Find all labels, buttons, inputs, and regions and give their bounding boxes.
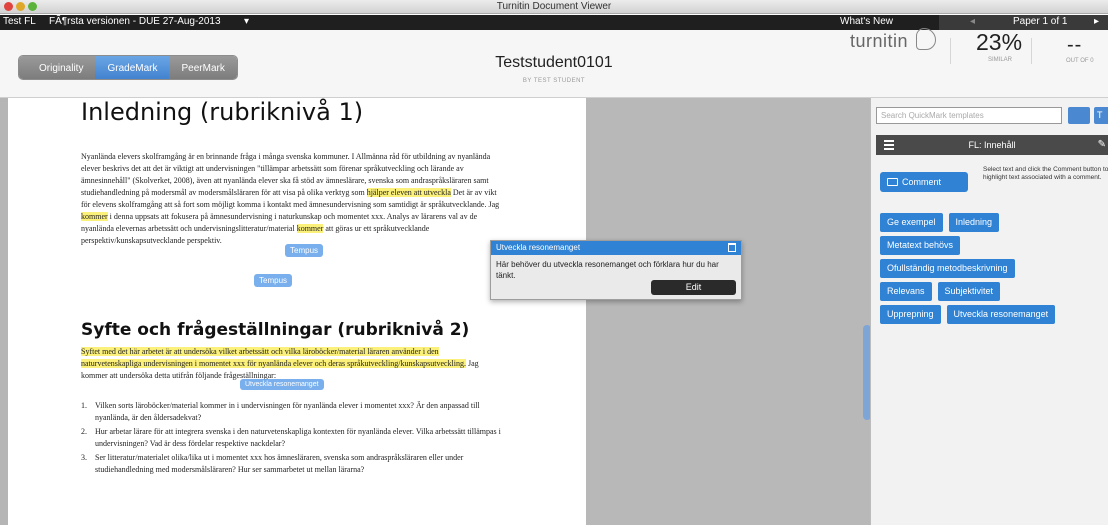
comment-hint: Select text and click the Comment button… [983,166,1108,181]
list-item-text: Hur arbetar lärare för att integrera sve… [95,427,501,448]
comment-popup-header: Utveckla resonemanget [491,241,741,255]
quickmark-tag[interactable]: Subjektivitet [937,282,1001,301]
class-name[interactable]: Test FL [3,16,36,27]
list-item-text: Ser litteratur/materialet olika/lika ut … [95,453,464,474]
quickmark-bubble[interactable]: Tempus [285,244,324,257]
quickmark-bubble[interactable]: Utveckla resonemanget [240,379,324,390]
paper-navigator: ◂ Paper 1 of 1 ▸ [939,15,1108,30]
quickmark-search-input[interactable]: Search QuickMark templates [876,107,1062,124]
window-title: Turnitin Document Viewer [496,1,612,12]
list-number: 3. [81,453,87,462]
menu-bar: Test FL FÃ¶rsta versionen - DUE 27-Aug-2… [0,15,1108,30]
trash-icon[interactable] [728,243,736,252]
list-item: 2. Hur arbetar lärare för att integrera s… [81,426,501,450]
document-paragraph-2[interactable]: Syftet med det här arbetet är att unders… [81,346,501,382]
document-heading-1: Inledning (rubriknivå 1) [81,98,364,126]
chevron-down-icon[interactable]: ▾ [244,16,249,27]
tag-row: Relevans Subjektivitet [880,282,1108,301]
list-number: 1. [81,401,87,410]
wrench-icon[interactable]: ✎ [1098,135,1106,155]
prev-paper-icon[interactable]: ◂ [970,16,975,27]
quickmark-set-name[interactable]: FL: Innehåll [876,135,1108,155]
next-paper-icon[interactable]: ▸ [1094,16,1099,27]
assignment-selector[interactable]: FÃ¶rsta versionen - DUE 27-Aug-2013 [49,16,221,27]
list-item: 1. Vilken sorts läroböcker/material komme… [81,400,501,424]
highlighted-text[interactable]: kommer [81,212,108,221]
quickmark-tag[interactable]: Metatext behövs [880,236,961,255]
whats-new-link[interactable]: What's New [840,16,893,27]
quickmark-set-bar: FL: Innehåll ✎ [876,135,1108,155]
header-divider [950,38,951,64]
turnitin-logo: turnitin [850,31,909,51]
viewer-header: Originality GradeMark PeerMark Teststude… [0,30,1108,98]
document-page[interactable]: Inledning (rubriknivå 1) Nyanlända eleve… [8,98,586,525]
comment-icon [887,178,898,186]
comment-title: Utveckla resonemanget [496,243,581,252]
header-divider [1031,38,1032,64]
list-number: 2. [81,427,87,436]
list-item-text: Vilken sorts läroböcker/material kommer … [95,401,480,422]
quickmark-bubble[interactable]: Tempus [254,274,293,287]
tag-row: Ge exempel Inledning [880,213,1108,232]
highlighted-text[interactable]: hjälper eleven att utveckla [366,188,451,197]
title-bar: Turnitin Document Viewer [0,0,1108,14]
grade-label: OUT OF 0 [1066,58,1094,64]
document-heading-2: Syfte och frågeställningar (rubriknivå 2… [81,320,470,340]
quickmark-tag[interactable]: Inledning [948,213,1000,232]
comment-button[interactable]: Comment [880,172,968,192]
quickmark-tag[interactable]: Utveckla resonemanget [946,305,1056,324]
similarity-score[interactable]: 23% [976,29,1022,56]
student-byline: BY TEST STUDENT [522,78,586,84]
list-item: 3. Ser litteratur/materialet olika/lika u… [81,452,501,476]
tag-row: Metatext behövs [880,236,1108,255]
document-paragraph-1[interactable]: Nyanlända elevers skolframgång är en bri… [81,151,501,247]
tag-row: Upprepning Utveckla resonemanget [880,305,1108,324]
highlighted-text[interactable]: Syftet med det här arbetet är att unders… [81,347,466,368]
document-gutter [586,98,870,525]
similarity-label: SIMILAR [988,57,1013,63]
quickmark-tag-list: Ge exempel Inledning Metatext behövs Ofu… [880,213,1108,328]
quickmark-search-button[interactable] [1068,107,1090,124]
question-list: 1. Vilken sorts läroböcker/material komme… [81,400,501,478]
quickmark-text-button[interactable]: T [1094,107,1108,124]
paper-label: Paper 1 of 1 [1013,16,1068,27]
quickmark-tag[interactable]: Relevans [880,282,932,301]
grade-value[interactable]: -- [1067,34,1082,57]
turnitin-window: Turnitin Document Viewer Test FL FÃ¶rsta… [0,0,1108,525]
student-name: Teststudent0101 [495,54,613,71]
quickmark-tag[interactable]: Upprepning [880,305,941,324]
tag-row: Ofullständig metodbeskrivning [880,259,1108,278]
comment-button-label: Comment [902,177,942,187]
quickmark-tag[interactable]: Ofullständig metodbeskrivning [880,259,1015,278]
quickmark-tag[interactable]: Ge exempel [880,213,943,232]
turnitin-logo-icon [916,28,936,50]
highlighted-text[interactable]: kommer [296,224,324,233]
edit-button[interactable]: Edit [651,280,736,295]
comment-popup: Utveckla resonemanget Här behöver du utv… [490,240,742,300]
